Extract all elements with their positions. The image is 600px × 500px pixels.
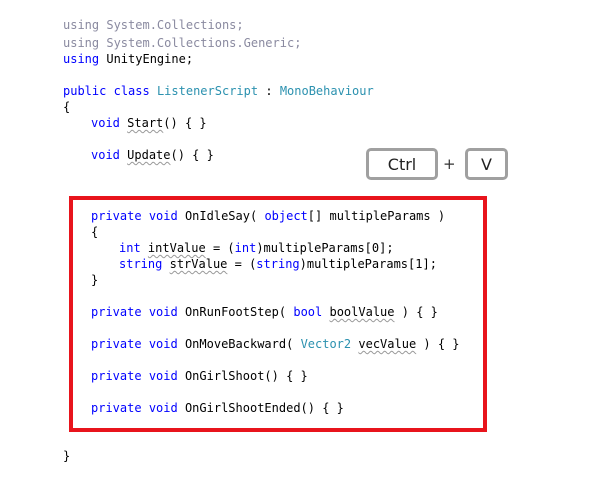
base-class: MonoBehaviour xyxy=(279,84,374,98)
keyword: private xyxy=(91,305,142,319)
assign: = ( xyxy=(227,257,257,271)
method-body: () { } xyxy=(163,116,207,130)
separator: : xyxy=(265,84,273,98)
method-name: Start xyxy=(127,116,164,130)
keyword: void xyxy=(148,305,178,319)
namespace: System.Collections; xyxy=(106,18,244,32)
method-body: ) { } xyxy=(401,305,438,319)
method-name: OnGirlShootEnded() { } xyxy=(184,401,344,415)
code-line-class-declaration: public class ListenerScript : MonoBehavi… xyxy=(63,83,374,99)
code-line-close-brace: } xyxy=(63,449,71,463)
keyword: private xyxy=(91,209,142,223)
keyword: void xyxy=(91,148,120,162)
keyword: public xyxy=(63,84,107,98)
class-name: ListenerScript xyxy=(156,84,259,98)
method-name: OnGirlShoot() { } xyxy=(184,369,308,383)
code-line-using-generic: using System.Collections.Generic; xyxy=(63,35,301,51)
code-line-str-value: string strValue = (string)multipleParams… xyxy=(119,256,437,272)
method-name: OnIdleSay( xyxy=(184,209,258,223)
keyword: void xyxy=(148,209,178,223)
v-key-badge: V xyxy=(465,148,508,180)
keyword: string xyxy=(119,257,163,271)
keyword: void xyxy=(91,116,120,130)
param-type: Vector2 xyxy=(300,337,352,351)
ctrl-key-badge: Ctrl xyxy=(366,148,438,180)
code-line-onmovebackward: private void OnMoveBackward( Vector2 vec… xyxy=(91,336,460,352)
code-line-onrunfootstep: private void OnRunFootStep( bool boolVal… xyxy=(91,304,438,320)
code-line-ongirlshoot: private void OnGirlShoot() { } xyxy=(91,368,308,384)
variable-name: strValue xyxy=(169,257,228,271)
method-body: () { } xyxy=(170,148,214,162)
code-line-open-brace: { xyxy=(91,225,99,239)
code-line-onidlesay: private void OnIdleSay( object[] multipl… xyxy=(91,208,445,224)
code-line-using-collections: using System.Collections; xyxy=(63,17,244,33)
keyword: class xyxy=(113,84,150,98)
variable-name: intValue xyxy=(147,241,206,255)
code-line-update: void Update() { } xyxy=(91,147,214,163)
namespace: UnityEngine; xyxy=(106,52,194,66)
method-name: Update xyxy=(127,148,171,162)
keyword: private xyxy=(91,337,142,351)
keyword: using xyxy=(63,36,100,50)
param-name: vecValue xyxy=(358,337,417,351)
keyword: int xyxy=(234,241,257,255)
param-name: boolValue xyxy=(329,305,395,319)
keyword: private xyxy=(91,401,142,415)
code-line-using-unityengine: using UnityEngine; xyxy=(63,51,193,67)
param-type: bool xyxy=(293,305,323,319)
keyword: private xyxy=(91,369,142,383)
assign: = ( xyxy=(205,241,235,255)
code-line-ongirlshootended: private void OnGirlShootEnded() { } xyxy=(91,400,344,416)
keyword: string xyxy=(256,257,300,271)
code-line-close-brace: } xyxy=(91,273,99,287)
plus-sign: + xyxy=(443,155,456,173)
keyword: using xyxy=(63,52,100,66)
keyword: void xyxy=(148,337,178,351)
method-body: ) { } xyxy=(423,337,460,351)
method-name: OnRunFootStep( xyxy=(184,305,287,319)
keyword: void xyxy=(148,369,178,383)
param-type: object xyxy=(264,209,308,223)
keyword: using xyxy=(63,18,100,32)
method-name: OnMoveBackward( xyxy=(184,337,294,351)
code-line-open-brace: { xyxy=(63,100,71,114)
expression: )multipleParams[1]; xyxy=(299,257,437,271)
code-line-start: void Start() { } xyxy=(91,115,207,131)
code-line-int-value: int intValue = (int)multipleParams[0]; xyxy=(119,240,394,256)
expression: )multipleParams[0]; xyxy=(256,241,394,255)
namespace: System.Collections.Generic; xyxy=(106,36,302,50)
keyword: void xyxy=(148,401,178,415)
keyword: int xyxy=(119,241,141,255)
param-rest: [] multipleParams ) xyxy=(307,209,446,223)
